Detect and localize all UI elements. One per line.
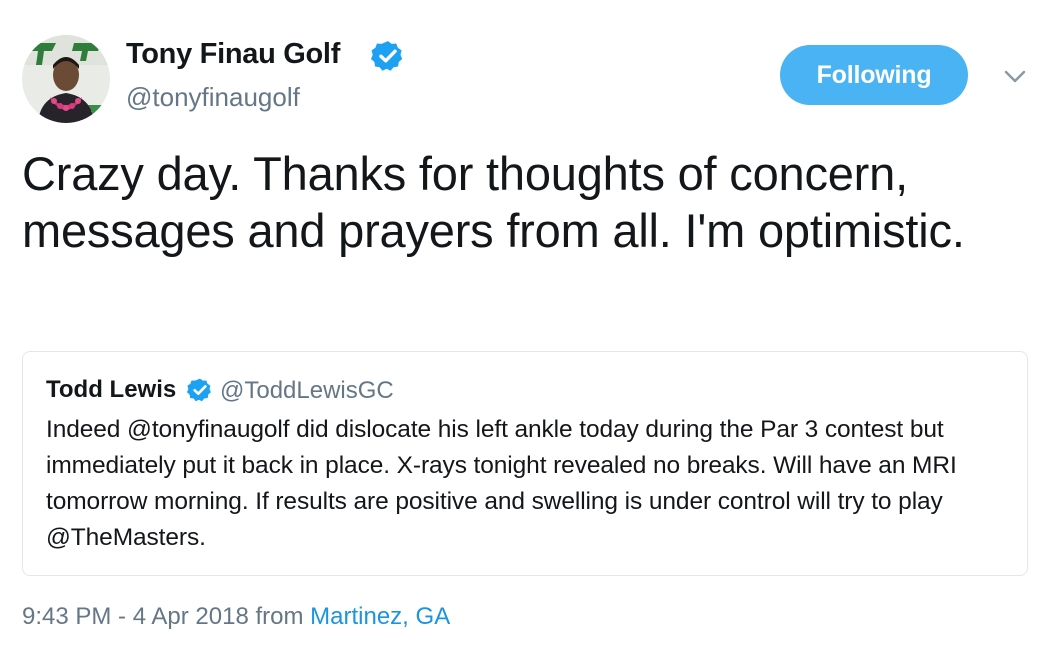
verified-badge-icon [371, 41, 403, 71]
tweet-container: Tony Finau Golf @tonyfinaugolf Following… [0, 0, 1050, 652]
author-handle[interactable]: @tonyfinaugolf [126, 82, 300, 113]
tweet-timestamp: 9:43 PM - 4 Apr 2018 from Martinez, GA [22, 603, 450, 631]
chevron-down-icon[interactable] [1000, 62, 1030, 92]
author-display-name[interactable]: Tony Finau Golf [126, 38, 340, 71]
verified-badge-icon [187, 378, 211, 402]
quoted-tweet-card[interactable]: Todd Lewis @ToddLewisGC Indeed @tonyfina… [22, 351, 1028, 576]
author-avatar[interactable] [22, 35, 110, 123]
quoted-tweet-text: Indeed @tonyfinaugolf did dislocate his … [46, 416, 957, 551]
tweet-time-date[interactable]: 9:43 PM - 4 Apr 2018 [22, 603, 249, 630]
from-label: from [255, 603, 304, 630]
quoted-author-handle: @ToddLewisGC [220, 377, 394, 404]
location-link[interactable]: Martinez, GA [310, 603, 450, 630]
avatar-image [22, 35, 110, 123]
quoted-author-display-name: Todd Lewis [46, 376, 177, 403]
following-button[interactable]: Following [780, 45, 968, 105]
tweet-text: Crazy day. Thanks for thoughts of concer… [22, 147, 965, 257]
